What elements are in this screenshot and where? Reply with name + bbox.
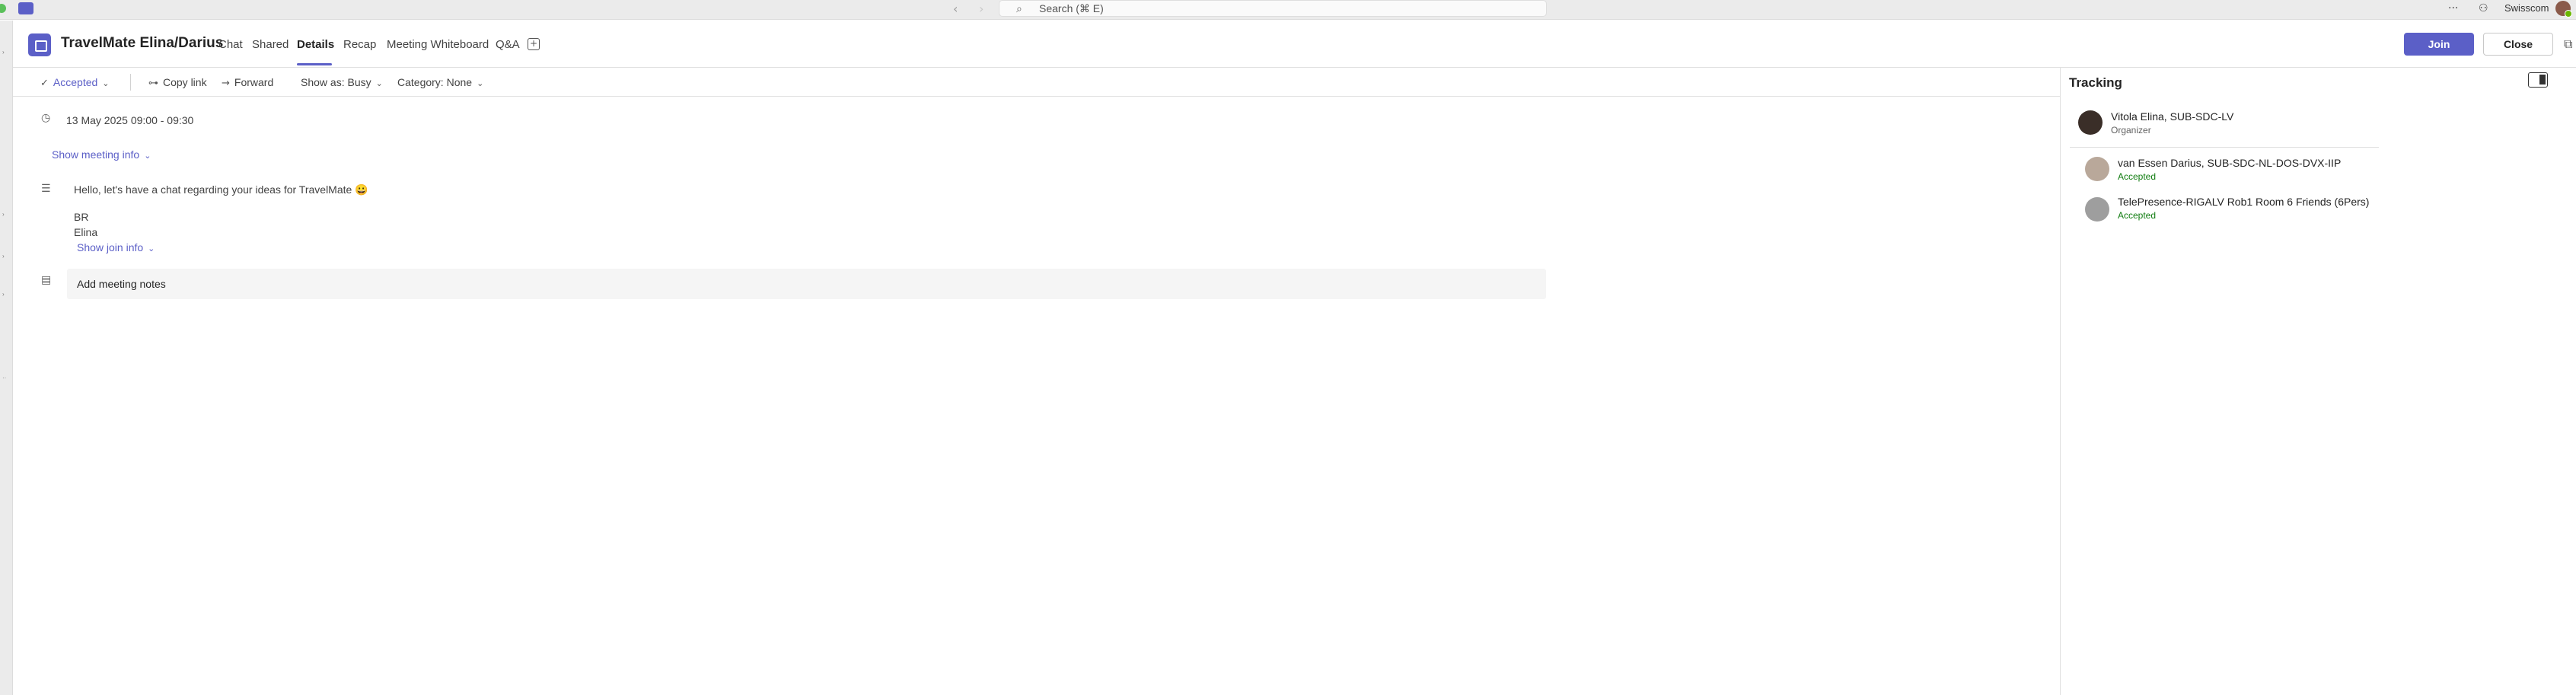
copy-link-button[interactable]: ⊶ Copy link — [148, 76, 207, 89]
meeting-title: TravelMate Elina/Darius — [61, 35, 224, 51]
close-button[interactable]: Close — [2483, 33, 2553, 56]
attendee-status: Accepted — [2118, 171, 2157, 182]
tracking-title: Tracking — [2069, 75, 2122, 90]
active-tab-indicator — [297, 63, 332, 65]
attendee-name: van Essen Darius, SUB-SDC-NL-DOS-DVX-IIP — [2118, 157, 2342, 169]
notes-icon: ▤ — [41, 274, 52, 286]
people-icon[interactable]: ⚇ — [2479, 2, 2488, 14]
left-app-rail: › › › › ·· — [0, 21, 13, 695]
back-arrow-icon[interactable]: ‹ — [953, 2, 958, 16]
avatar — [2085, 157, 2109, 181]
show-meeting-info-label: Show meeting info — [52, 148, 140, 161]
search-placeholder: Search (⌘ E) — [1039, 2, 1104, 14]
tab-qa[interactable]: Q&A — [496, 38, 520, 51]
join-button[interactable]: Join — [2404, 33, 2474, 56]
tracking-panel: Tracking Vitola Elina, SUB-SDC-LV Organi… — [2060, 68, 2576, 695]
chevron-down-icon: ⌄ — [102, 78, 110, 88]
meeting-datetime: 13 May 2025 09:00 - 09:30 — [66, 114, 194, 126]
forward-arrow-icon: → — [222, 78, 230, 89]
attendee-role: Organizer — [2111, 125, 2151, 135]
show-as-label: Show as: Busy — [301, 76, 371, 88]
meeting-toolbar: ✓ Accepted ⌄ ⊶ Copy link → Forward Show as: … — [13, 68, 2060, 97]
user-avatar[interactable] — [2555, 1, 2572, 18]
meeting-header: TravelMate Elina/Darius Chat Shared Deta… — [13, 21, 2576, 68]
link-icon: ⊶ — [148, 78, 158, 89]
rail-item-icon[interactable]: › — [2, 211, 5, 218]
meeting-details: ◷ 13 May 2025 09:00 - 09:30 Show meeting… — [13, 97, 2060, 695]
attendee-row[interactable]: TelePresence-RIGALV Rob1 Room 6 Friends … — [2061, 196, 2576, 229]
tab-recap[interactable]: Recap — [343, 38, 376, 51]
forward-button[interactable]: → Forward — [222, 76, 273, 89]
window-control-icon[interactable] — [0, 4, 6, 13]
body-text-line: BR — [74, 211, 89, 223]
popout-icon[interactable]: ⧉ — [2564, 37, 2572, 52]
forward-label: Forward — [234, 76, 274, 88]
rail-item-icon[interactable]: › — [2, 49, 5, 56]
show-join-info-label: Show join info — [77, 241, 144, 253]
attendee-row[interactable]: Vitola Elina, SUB-SDC-LV Organizer — [2061, 109, 2576, 142]
show-meeting-info-link[interactable]: Show meeting info ⌄ — [52, 148, 151, 161]
body-text-line: Elina — [74, 226, 98, 238]
description-icon: ☰ — [41, 183, 51, 195]
attendee-status: Accepted — [2118, 210, 2157, 221]
toolbar-divider — [130, 74, 131, 91]
tab-chat[interactable]: Chat — [218, 38, 243, 51]
attendee-row[interactable]: van Essen Darius, SUB-SDC-NL-DOS-DVX-IIP… — [2061, 155, 2576, 189]
tab-meeting-whiteboard[interactable]: Meeting Whiteboard — [387, 38, 489, 51]
chevron-down-icon: ⌄ — [144, 151, 151, 161]
checkmark-icon: ✓ — [40, 78, 49, 89]
category-dropdown[interactable]: Category: None ⌄ — [397, 76, 483, 88]
chevron-down-icon: ⌄ — [375, 78, 383, 88]
add-meeting-notes-button[interactable]: Add meeting notes — [67, 269, 1546, 299]
avatar — [2078, 110, 2103, 135]
room-icon — [2085, 197, 2109, 222]
chevron-down-icon: ⌄ — [477, 78, 484, 88]
rail-item-icon[interactable]: › — [2, 291, 5, 298]
more-options-icon[interactable]: ··· — [2448, 2, 2458, 14]
response-label: Accepted — [53, 76, 98, 88]
chevron-down-icon: ⌄ — [148, 244, 155, 253]
search-icon: ⌕ — [1016, 3, 1022, 15]
org-name[interactable]: Swisscom — [2504, 2, 2549, 14]
category-label: Category: None — [397, 76, 473, 88]
title-bar: ‹ › ⌕ Search (⌘ E) ··· ⚇ Swisscom — [0, 0, 2576, 20]
body-text-line: Hello, let's have a chat regarding your … — [74, 183, 368, 196]
rail-item-icon[interactable]: › — [2, 253, 5, 260]
attendee-name: TelePresence-RIGALV Rob1 Room 6 Friends … — [2118, 196, 2370, 208]
forward-arrow-icon[interactable]: › — [979, 2, 984, 16]
search-input[interactable]: ⌕ Search (⌘ E) — [999, 0, 1547, 17]
show-as-dropdown[interactable]: Show as: Busy ⌄ — [301, 76, 383, 88]
calendar-icon — [28, 33, 51, 56]
tab-shared[interactable]: Shared — [252, 38, 289, 51]
show-join-info-link[interactable]: Show join info ⌄ — [77, 241, 155, 253]
clock-icon: ◷ — [41, 112, 51, 124]
teams-app-icon — [18, 2, 33, 14]
divider — [2070, 147, 2379, 148]
panel-toggle-icon[interactable] — [2528, 72, 2548, 88]
rail-item-icon[interactable]: ·· — [2, 375, 6, 381]
add-tab-icon[interactable]: + — [528, 38, 540, 50]
copy-link-label: Copy link — [163, 76, 207, 88]
tab-details[interactable]: Details — [297, 38, 334, 51]
attendee-name: Vitola Elina, SUB-SDC-LV — [2111, 110, 2234, 123]
response-dropdown[interactable]: ✓ Accepted ⌄ — [40, 76, 110, 89]
